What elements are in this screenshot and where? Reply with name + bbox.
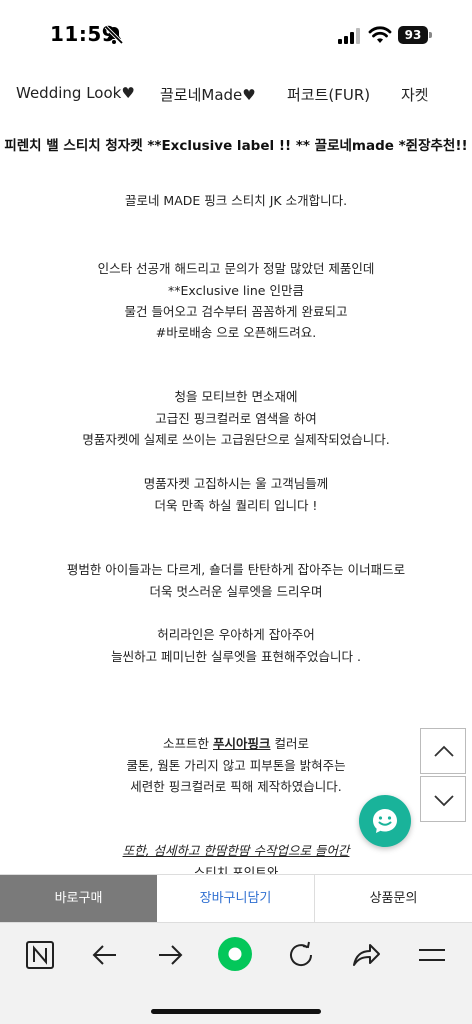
desc-line: 허리라인은 우아하게 잡아주어 [157, 627, 315, 642]
chevron-up-icon [434, 745, 454, 757]
signal-icon [338, 28, 360, 44]
desc-line: 더욱 만족 하실 퀄리티 입니다 ! [154, 498, 318, 513]
desc-line: 고급진 핑크컬러로 염색을 하여 [155, 411, 317, 426]
color-highlight: 푸시아핑크 [212, 736, 271, 751]
forward-arrow-icon[interactable] [154, 939, 186, 971]
back-arrow-icon[interactable] [89, 939, 121, 971]
add-to-cart-button[interactable]: 장바구니담기 [157, 875, 315, 923]
product-title: 피렌치 밸 스티치 청자켓 **Exclusive label !! ** 끌로… [4, 138, 468, 154]
desc-intro: 끌로네 MADE 핑크 스티치 JK 소개합니다. [124, 193, 348, 208]
wifi-icon [368, 26, 392, 43]
category-tab-made[interactable]: 끌로네Made♥ [160, 84, 256, 105]
chat-button[interactable] [359, 795, 411, 847]
status-bar: 11:59 93 [0, 0, 472, 70]
desc-line: #바로배송 으로 오픈해드려요. [155, 325, 317, 340]
desc-line: 평범한 아이들과는 다르게, 숄더를 탄탄하게 잡아주는 이너패드로 [66, 562, 406, 577]
desc-line: **Exclusive line 인만큼 [168, 283, 304, 298]
desc-line: 세련한 핑크컬러로 픽해 제작하였습니다. [130, 779, 342, 794]
desc-line: 명품자켓 고집하시는 울 고객님들께 [143, 476, 329, 491]
product-inquiry-button[interactable]: 상품문의 [315, 875, 472, 923]
chevron-down-icon [434, 795, 454, 807]
bell-slash-icon [104, 25, 124, 45]
battery-level: 93 [398, 26, 428, 44]
purchase-action-bar: 바로구매 장바구니담기 상품문의 [0, 874, 472, 923]
category-tabs: Wedding Look♥ 끌로네Made♥ 퍼코트(FUR) 자켓 [0, 74, 472, 116]
category-tab-fur[interactable]: 퍼코트(FUR) [287, 84, 370, 105]
scroll-down-button[interactable] [420, 776, 466, 822]
desc-line: 또한, 섬세하고 한땀한땀 수작업으로 들어간 [122, 843, 350, 858]
naver-n-icon[interactable] [24, 939, 56, 971]
menu-icon[interactable] [416, 939, 448, 971]
share-icon[interactable] [350, 939, 382, 971]
desc-line: 명품자켓에 실제로 쓰이는 고급원단으로 실제작되었습니다. [82, 432, 390, 447]
home-indicator [151, 1009, 321, 1014]
browser-toolbar [0, 922, 472, 1024]
desc-line: 소프트한 푸시아핑크 컬러로 [163, 736, 309, 751]
green-dot-icon[interactable] [217, 936, 253, 972]
desc-line: 물건 들어오고 검수부터 꼼꼼하게 완료되고 [124, 304, 348, 319]
category-tab-wedding[interactable]: Wedding Look♥ [16, 84, 135, 102]
chat-icon [373, 809, 397, 833]
desc-line: 인스타 선공개 해드리고 문의가 정말 많았던 제품인데 [97, 261, 375, 276]
reload-icon[interactable] [285, 939, 317, 971]
desc-line: 더욱 멋스러운 실루엣을 드리우며 [149, 584, 323, 599]
desc-line: 청을 모티브한 면소재에 [174, 389, 298, 404]
desc-line: 늘씬하고 페미닌한 실루엣을 표현해주었습니다 . [111, 649, 361, 664]
buy-now-button[interactable]: 바로구매 [0, 875, 157, 923]
desc-line: 쿨톤, 웜톤 가리지 않고 피부톤을 밝혀주는 [126, 758, 346, 773]
scroll-up-button[interactable] [420, 728, 466, 774]
battery-icon: 93 [398, 26, 432, 44]
